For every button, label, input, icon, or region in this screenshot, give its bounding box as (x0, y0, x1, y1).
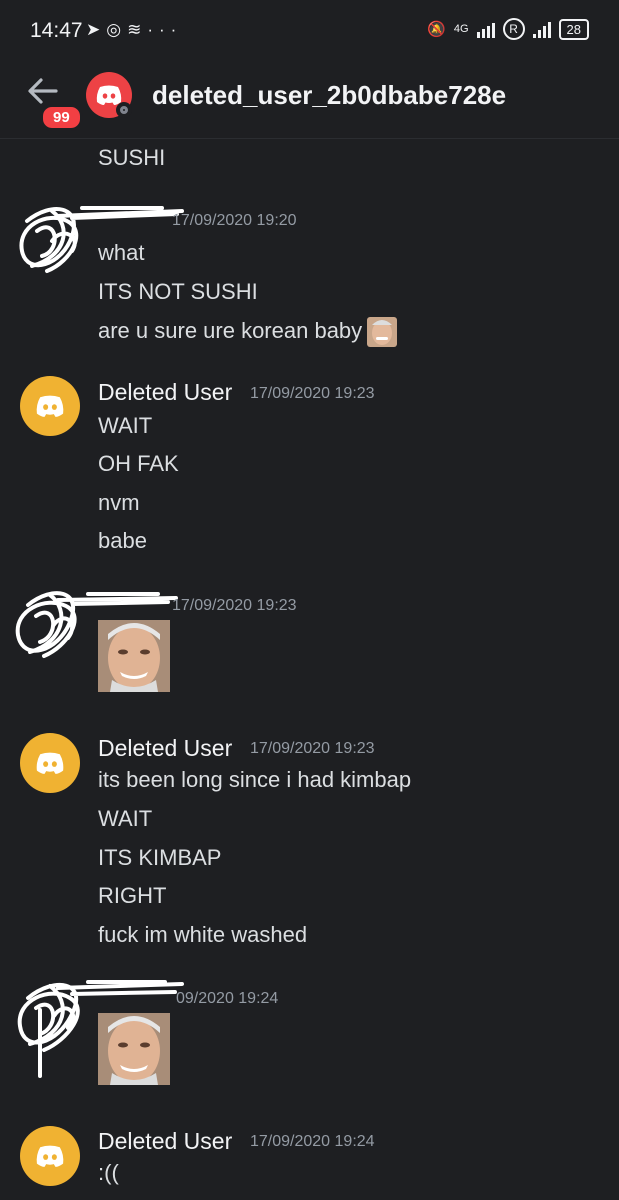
avatar[interactable] (20, 733, 80, 793)
message-text: ITS KIMBAP (98, 845, 222, 870)
message-text: WAIT (98, 413, 153, 438)
message-text: its been long since i had kimbap (98, 767, 412, 792)
message-text: SUSHI (98, 145, 166, 170)
network-type: 4G (453, 23, 469, 35)
more-icon: ··· (147, 20, 183, 39)
status-left-icons: ➤◎≋··· (86, 20, 182, 40)
message-author[interactable]: Deleted User (98, 379, 232, 406)
message-text: OH FAK (98, 451, 179, 476)
telegram-icon: ➤ (86, 20, 107, 39)
signal-icon (476, 20, 495, 38)
message-text: what (98, 240, 145, 265)
status-time: 14:47 (30, 19, 83, 42)
message-text: fuck im white washed (98, 922, 308, 947)
message-timestamp: 17/09/2020 19:24 (250, 1133, 375, 1150)
chat-header: 99 deleted_user_2b0dbabe728e (0, 62, 619, 139)
message-text: RIGHT (98, 883, 167, 908)
status-bar: 14:47 ➤◎≋··· 🔕 4G R 28 (0, 0, 619, 62)
layers-icon: ≋ (127, 20, 148, 39)
wifi-icon (532, 20, 551, 38)
message-timestamp: 09/2020 19:24 (176, 990, 279, 1007)
message-text-span: are u sure ure korean baby (98, 317, 363, 343)
harold-emoji-icon[interactable] (367, 317, 398, 347)
message-timestamp: 17/09/2020 19:23 (250, 385, 375, 402)
discord-logo-icon (36, 1145, 64, 1167)
message-text: babe (98, 528, 147, 553)
registered-icon: R (502, 18, 525, 40)
message-author[interactable]: Deleted User (98, 1128, 232, 1155)
message-timestamp: 17/09/2020 19:23 (172, 597, 297, 614)
message-author[interactable]: Deleted User (98, 735, 232, 762)
page-title[interactable]: deleted_user_2b0dbabe728e (152, 80, 506, 111)
message-text: WAIT (98, 806, 153, 831)
status-indicator (116, 102, 132, 118)
discord-logo-icon (36, 752, 64, 774)
discord-logo-icon (36, 395, 64, 417)
harold-sticker-icon[interactable] (98, 620, 170, 692)
message-text: :(( (98, 1160, 119, 1185)
battery-icon: 28 (558, 18, 589, 40)
status-right-icons: 🔕 4G R 28 (427, 18, 589, 40)
mute-icon: 🔕 (427, 21, 446, 38)
harold-sticker-icon[interactable] (98, 1013, 170, 1085)
message-text: nvm (98, 490, 140, 515)
avatar[interactable] (20, 376, 80, 436)
unread-badge: 99 (40, 104, 83, 131)
message-text: are u sure ure korean baby (98, 317, 398, 347)
message-timestamp: 17/09/2020 19:23 (250, 740, 375, 757)
message-text: ITS NOT SUSHI (98, 279, 258, 304)
message-timestamp: 17/09/2020 19:20 (172, 212, 297, 229)
arrow-left-icon (28, 78, 58, 104)
instagram-icon: ◎ (106, 20, 128, 39)
avatar[interactable] (20, 1126, 80, 1186)
